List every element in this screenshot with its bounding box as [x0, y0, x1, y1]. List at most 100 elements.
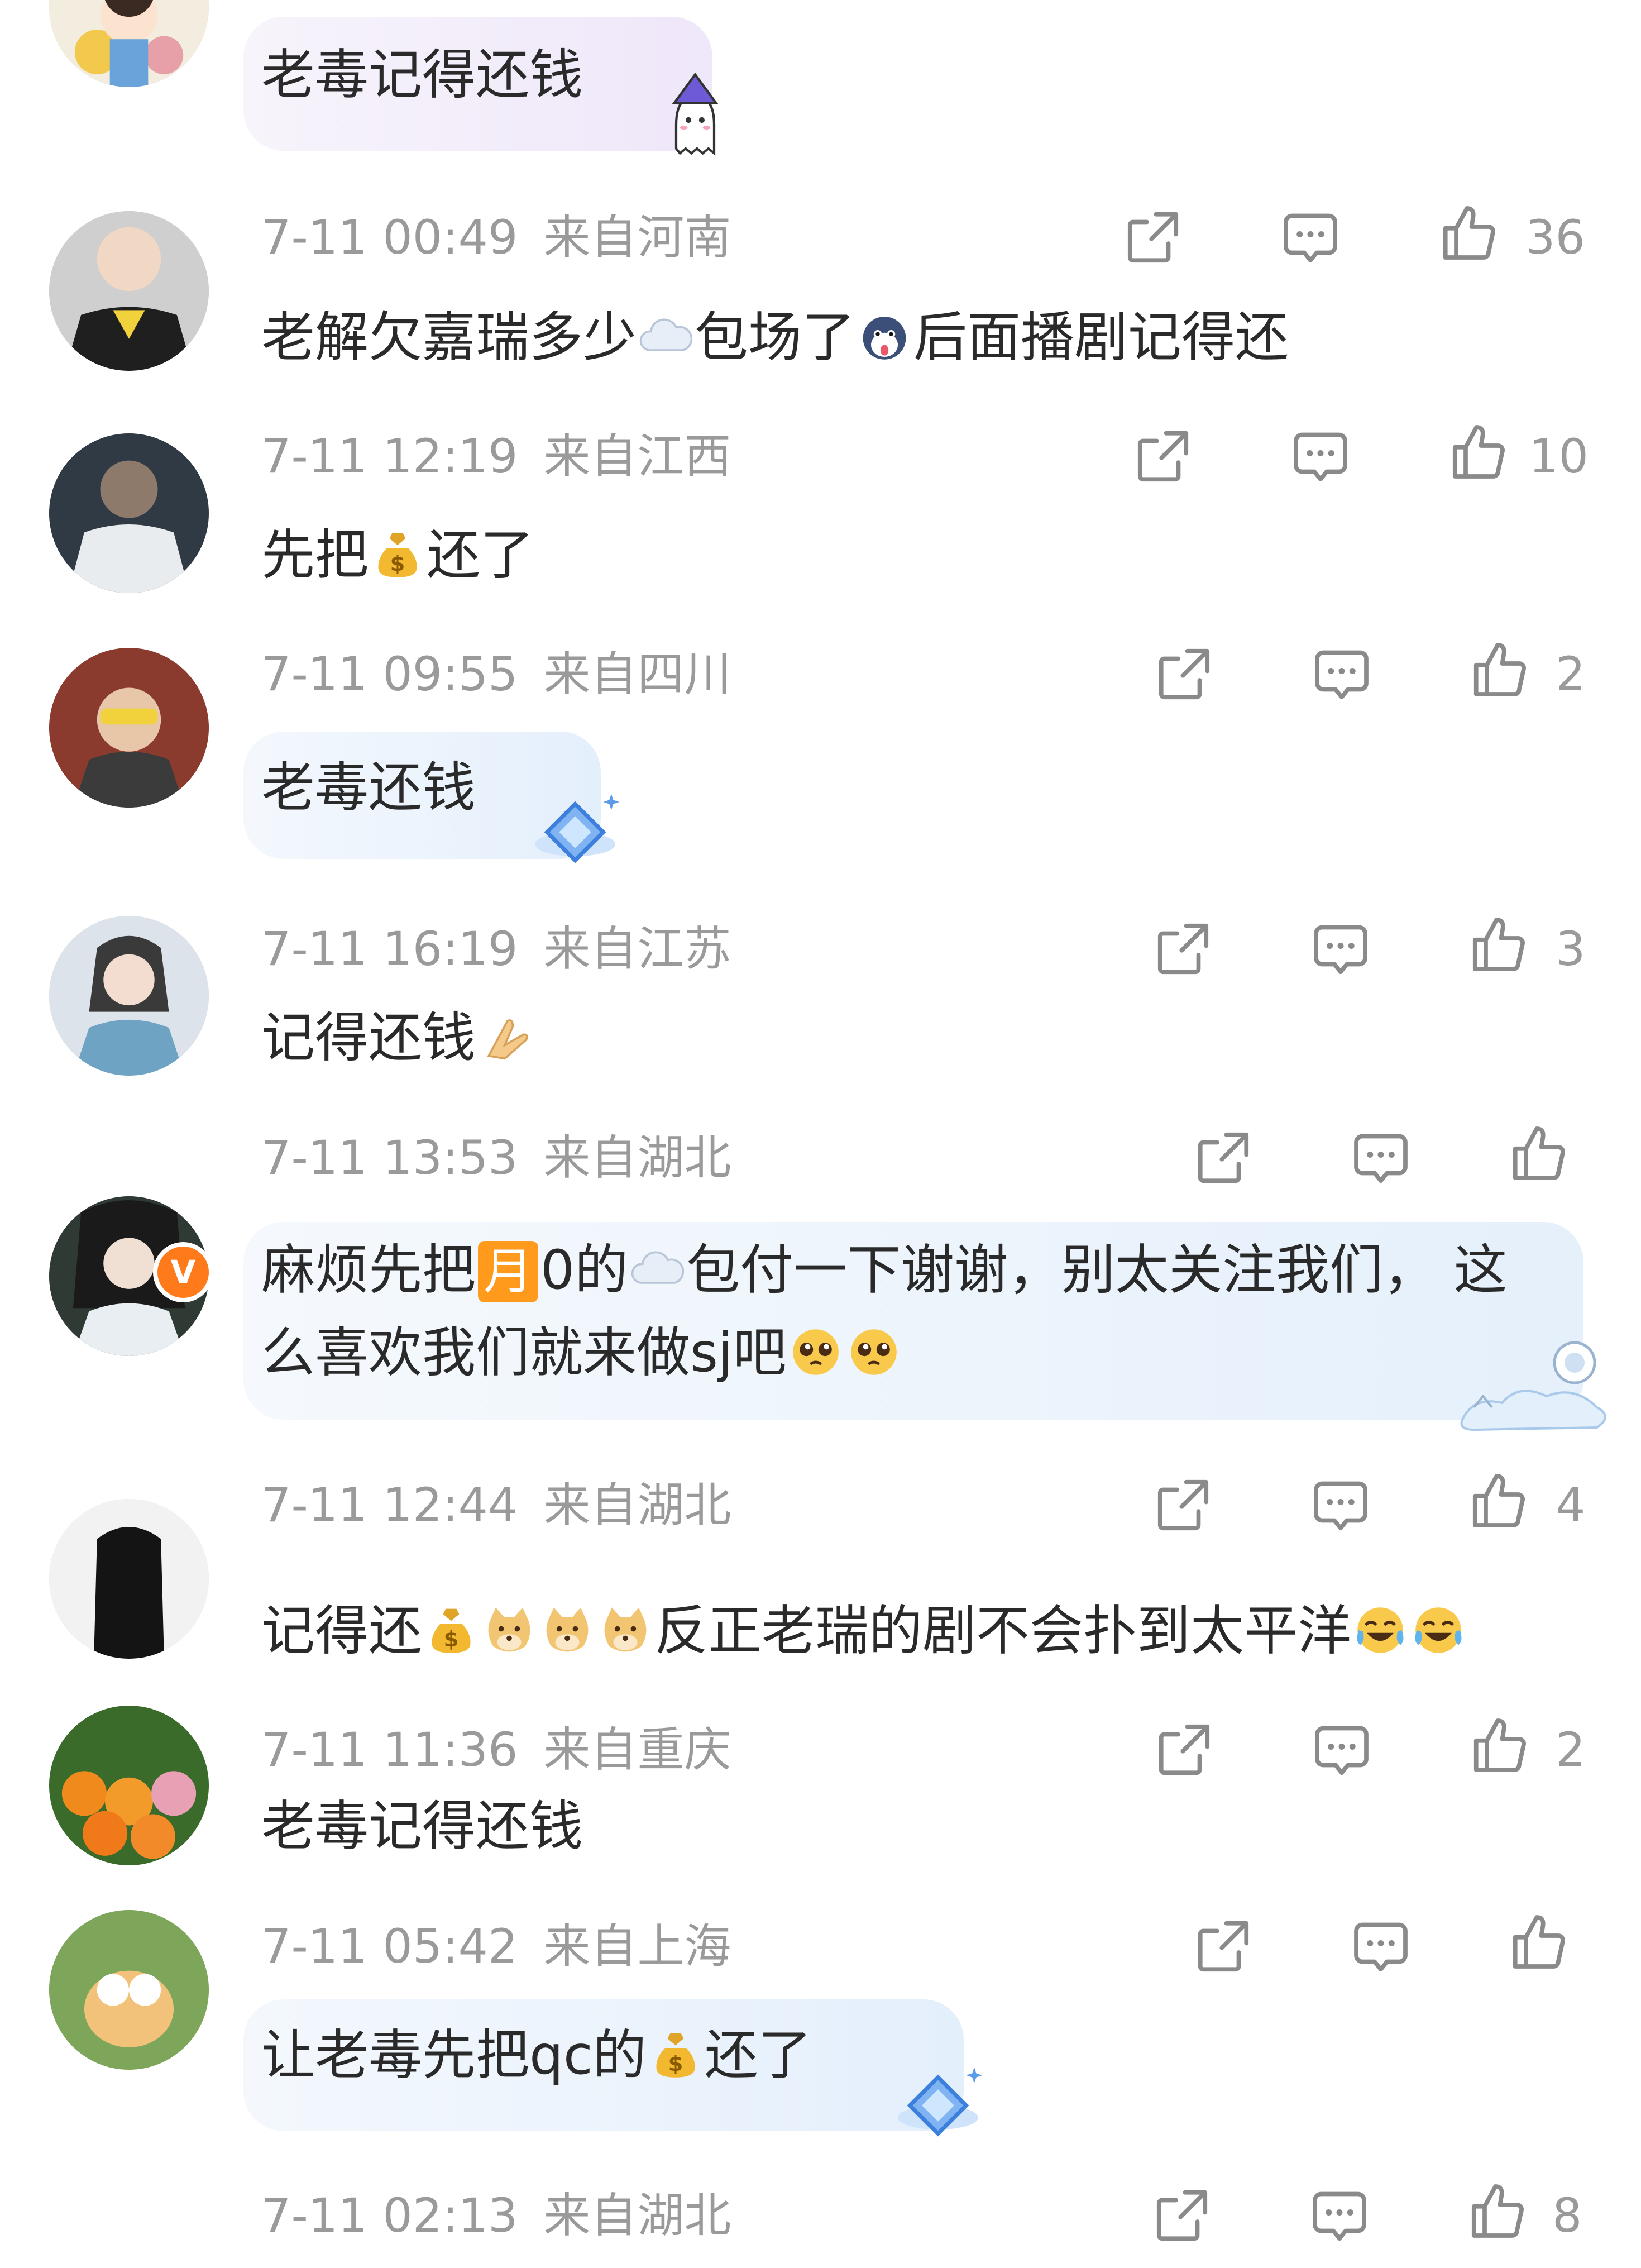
- svg-text:$: $: [390, 551, 405, 576]
- comment-location: 来自河南: [543, 210, 731, 265]
- comment-time: 7-11 16:19: [261, 921, 518, 976]
- moon-badge-icon: 月: [478, 1241, 539, 1302]
- comment-meta: 7-11 02:13 来自湖北: [261, 2179, 731, 2252]
- share-icon[interactable]: [1151, 2185, 1213, 2246]
- comment-icon[interactable]: [1311, 643, 1372, 705]
- comment-time: 7-11 09:55: [261, 647, 518, 701]
- laughing-crying-emoji: [1412, 1603, 1465, 1657]
- comment-text: 先把 $ 还了: [261, 524, 534, 586]
- comment-location: 来自上海: [543, 1919, 731, 1974]
- thumbs-up-icon[interactable]: [1466, 2180, 1528, 2242]
- avatar[interactable]: [49, 1706, 209, 1865]
- like-count: 10: [1529, 429, 1589, 484]
- comment-icon[interactable]: [1311, 1719, 1372, 1780]
- comment-meta: 7-11 13:53 来自湖北: [261, 1121, 731, 1194]
- diamond-decoration: [525, 782, 625, 877]
- comment-location: 来自四川: [543, 647, 731, 701]
- cloud-emoji: [630, 1243, 685, 1296]
- share-icon[interactable]: [1154, 1719, 1215, 1780]
- like-count: 2: [1556, 647, 1586, 701]
- cloud-emoji: [639, 310, 692, 364]
- thumbs-up-icon[interactable]: [1468, 1715, 1530, 1776]
- like-count: 2: [1556, 1722, 1586, 1777]
- comment-icon[interactable]: [1350, 1916, 1412, 1977]
- comment-location: 来自湖北: [543, 1130, 731, 1185]
- comment-text: 老解欠嘉瑞多少 包场了 后面播剧记得还: [261, 306, 1289, 369]
- thumbs-up-icon[interactable]: [1447, 421, 1509, 483]
- comment-meta: 7-11 05:42 来自上海: [261, 1910, 731, 1983]
- like-count: 3: [1556, 921, 1586, 976]
- husky-emoji: [858, 310, 911, 364]
- comment-time: 7-11 11:36: [261, 1722, 518, 1777]
- like-count: 36: [1525, 210, 1585, 265]
- comment-location: 来自湖北: [543, 1478, 731, 1532]
- comment-icon[interactable]: [1290, 426, 1351, 487]
- doge-emoji: [599, 1603, 652, 1657]
- comment-location: 来自江苏: [543, 921, 731, 976]
- thumbs-up-icon[interactable]: [1467, 1470, 1529, 1531]
- avatar[interactable]: [49, 648, 209, 808]
- comment-text: 麻烦先把月 0的 包付一下谢谢，别太关注我们， 这 么喜欢我们就来做sj吧: [261, 1239, 1508, 1384]
- diamond-decoration: [888, 2055, 988, 2150]
- share-icon[interactable]: [1193, 1916, 1254, 1977]
- money-bag-emoji: $: [424, 1603, 478, 1657]
- like-count: 4: [1556, 1478, 1586, 1532]
- thumbs-up-icon[interactable]: [1508, 1911, 1569, 1973]
- verified-badge: V: [153, 1242, 213, 1302]
- share-icon[interactable]: [1122, 207, 1184, 268]
- doge-emoji: [540, 1603, 594, 1657]
- comment-meta: 7-11 12:19 来自江西: [261, 420, 731, 493]
- share-icon[interactable]: [1152, 918, 1214, 980]
- avatar[interactable]: [49, 1910, 209, 2070]
- avatar[interactable]: [49, 211, 209, 371]
- comment-text: 记得还 $ 反正老瑞的剧不会扑到太平洋: [261, 1589, 1467, 1672]
- svg-text:$: $: [444, 1627, 459, 1652]
- comment-icon[interactable]: [1350, 1127, 1412, 1188]
- comment-meta: 7-11 12:44 来自湖北: [261, 1469, 731, 1541]
- comment-location: 来自江西: [543, 429, 731, 484]
- comment-time: 7-11 05:42: [261, 1919, 518, 1974]
- comment-text: 老毒记得还钱: [261, 1795, 583, 1858]
- share-icon[interactable]: [1132, 426, 1194, 487]
- comment-icon[interactable]: [1309, 2185, 1370, 2246]
- comment-time: 7-11 12:44: [261, 1478, 518, 1532]
- comment-icon[interactable]: [1310, 1474, 1371, 1536]
- laughing-crying-emoji: [1353, 1603, 1407, 1657]
- thumbs-up-icon[interactable]: [1467, 914, 1529, 975]
- comment-icon[interactable]: [1310, 918, 1371, 980]
- pleading-face-emoji: [789, 1325, 843, 1379]
- avatar[interactable]: [49, 433, 209, 593]
- comment-time: 7-11 02:13: [261, 2188, 518, 2243]
- share-icon[interactable]: [1152, 1474, 1214, 1536]
- comment-time: 7-11 00:49: [261, 210, 518, 265]
- comment-text: 老毒记得还钱: [261, 44, 583, 106]
- money-bag-emoji: $: [371, 528, 424, 581]
- comment-feed: 老毒记得还钱 7-11 00:49 来自河南 36 老解欠嘉瑞多少 包场了 后面播剧记…: [0, 0, 1641, 2268]
- svg-text:$: $: [668, 2051, 683, 2076]
- comment-meta: 7-11 16:19 来自江苏: [261, 913, 731, 985]
- doge-emoji: [482, 1603, 536, 1657]
- comment-time: 7-11 12:19: [261, 429, 518, 484]
- thumbs-up-icon[interactable]: [1468, 639, 1530, 700]
- share-icon[interactable]: [1193, 1127, 1254, 1188]
- comment-icon[interactable]: [1280, 207, 1341, 268]
- comment-meta: 7-11 11:36 来自重庆: [261, 1713, 731, 1786]
- avatar[interactable]: [49, 1499, 209, 1659]
- comment-location: 来自重庆: [543, 1722, 731, 1777]
- comment-time: 7-11 13:53: [261, 1130, 518, 1185]
- pleading-face-emoji: [847, 1325, 901, 1379]
- comment-location: 来自湖北: [543, 2188, 731, 2243]
- comment-meta: 7-11 09:55 来自四川: [261, 638, 731, 710]
- comment-meta: 7-11 00:49 来自河南: [261, 201, 731, 274]
- thumbs-up-icon[interactable]: [1438, 202, 1499, 264]
- comment-text: 让老毒先把qc的 $ 还了: [261, 2024, 812, 2086]
- avatar[interactable]: [49, 916, 209, 1076]
- comment-text: 记得还钱: [261, 996, 534, 1079]
- comment-text: 老毒还钱: [261, 756, 476, 819]
- share-icon[interactable]: [1154, 643, 1215, 705]
- ghost-decoration: [648, 72, 743, 168]
- thumbs-up-icon[interactable]: [1508, 1123, 1569, 1184]
- avatar[interactable]: [49, 0, 209, 87]
- like-count: 8: [1552, 2188, 1582, 2243]
- money-bag-emoji: $: [649, 2028, 702, 2081]
